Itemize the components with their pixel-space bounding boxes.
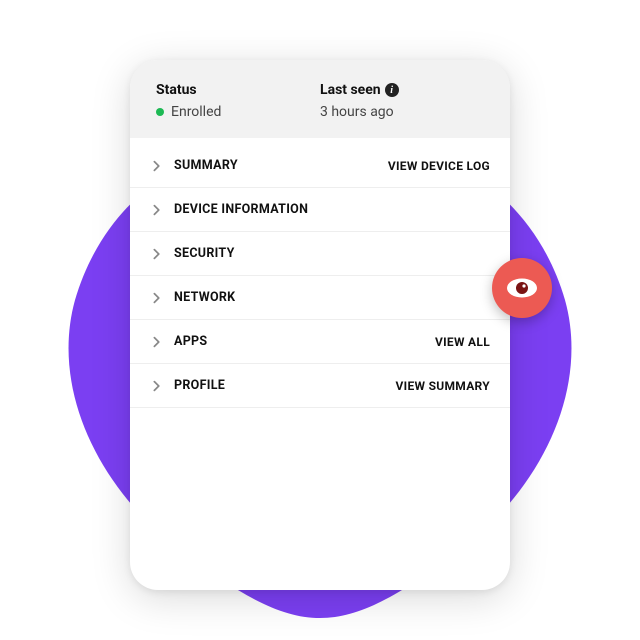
section-row-summary[interactable]: SUMMARYVIEW DEVICE LOG (130, 138, 510, 188)
lastseen-value: 3 hours ago (320, 104, 484, 120)
chevron-right-icon (150, 291, 164, 305)
device-card: Status Enrolled Last seen i 3 hours ago … (130, 60, 510, 590)
eye-badge[interactable] (492, 258, 552, 318)
eye-icon (505, 271, 539, 305)
section-row-action[interactable]: VIEW ALL (435, 335, 490, 349)
section-row-label: SUMMARY (174, 158, 388, 173)
section-list: SUMMARYVIEW DEVICE LOG DEVICE INFORMATION… (130, 138, 510, 408)
section-row-action[interactable]: VIEW SUMMARY (396, 379, 491, 393)
lastseen-block: Last seen i 3 hours ago (320, 82, 484, 120)
info-icon[interactable]: i (385, 83, 399, 97)
section-row-security[interactable]: SECURITY (130, 232, 510, 276)
section-row-apps[interactable]: APPSVIEW ALL (130, 320, 510, 364)
section-row-label: NETWORK (174, 290, 490, 305)
chevron-right-icon (150, 159, 164, 173)
section-row-label: SECURITY (174, 246, 490, 261)
section-row-profile[interactable]: PROFILEVIEW SUMMARY (130, 364, 510, 408)
section-row-action[interactable]: VIEW DEVICE LOG (388, 159, 490, 173)
status-block: Status Enrolled (156, 82, 320, 120)
section-row-network[interactable]: NETWORK (130, 276, 510, 320)
status-label: Status (156, 82, 320, 98)
lastseen-label: Last seen i (320, 82, 484, 98)
chevron-right-icon (150, 203, 164, 217)
status-dot-icon (156, 108, 164, 116)
chevron-right-icon (150, 247, 164, 261)
status-value: Enrolled (156, 104, 320, 120)
section-row-label: PROFILE (174, 378, 396, 393)
chevron-right-icon (150, 379, 164, 393)
chevron-right-icon (150, 335, 164, 349)
card-header: Status Enrolled Last seen i 3 hours ago (130, 60, 510, 138)
section-row-label: DEVICE INFORMATION (174, 202, 490, 217)
section-row-label: APPS (174, 334, 435, 349)
section-row-device-information[interactable]: DEVICE INFORMATION (130, 188, 510, 232)
